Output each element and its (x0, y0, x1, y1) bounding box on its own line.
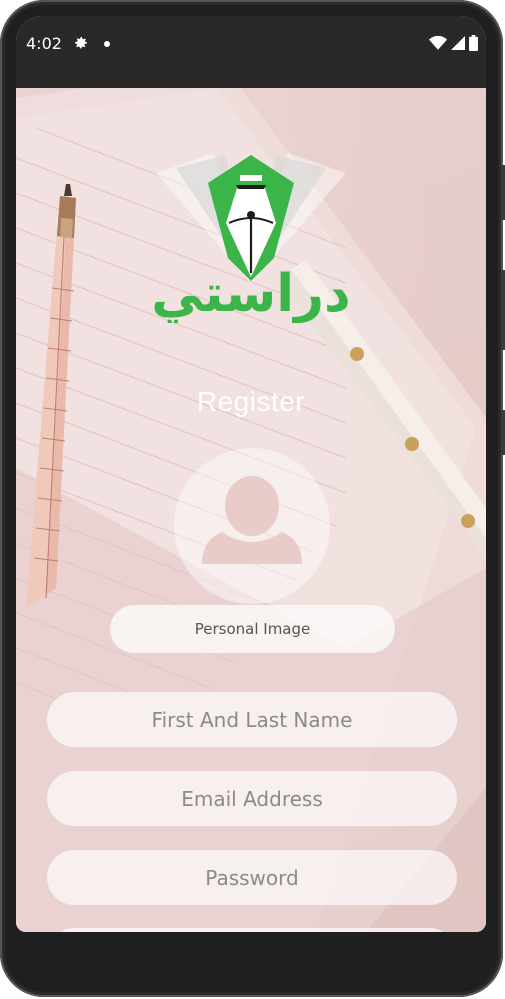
battery-icon (469, 35, 478, 51)
system-icons (429, 35, 478, 51)
phone-frame: 4:02 دراستي Register Personal Image Firs… (0, 0, 505, 997)
volume-up-button (501, 165, 505, 220)
password-input[interactable] (47, 850, 457, 905)
app-logo: دراستي (151, 153, 351, 323)
profile-image-picker[interactable] (174, 448, 330, 604)
power-button (501, 410, 505, 455)
wifi-icon (429, 35, 447, 50)
name-input[interactable] (47, 692, 457, 747)
volume-down-button (501, 270, 505, 350)
notification-dot (104, 41, 110, 47)
logo-text: دراستي (151, 264, 350, 323)
gear-icon (75, 37, 87, 49)
status-bar: 4:02 (16, 16, 486, 88)
page-title: Register (196, 386, 306, 417)
signal-icon (451, 36, 465, 50)
confirm-password-input[interactable] (47, 928, 457, 932)
personal-image-button[interactable]: Personal Image (110, 605, 395, 653)
person-placeholder-icon (202, 476, 302, 564)
status-time: 4:02 (26, 34, 62, 53)
screen: 4:02 دراستي Register Personal Image Firs… (16, 16, 486, 932)
register-screen: دراستي Register Personal Image (16, 88, 486, 932)
email-input[interactable] (47, 771, 457, 826)
